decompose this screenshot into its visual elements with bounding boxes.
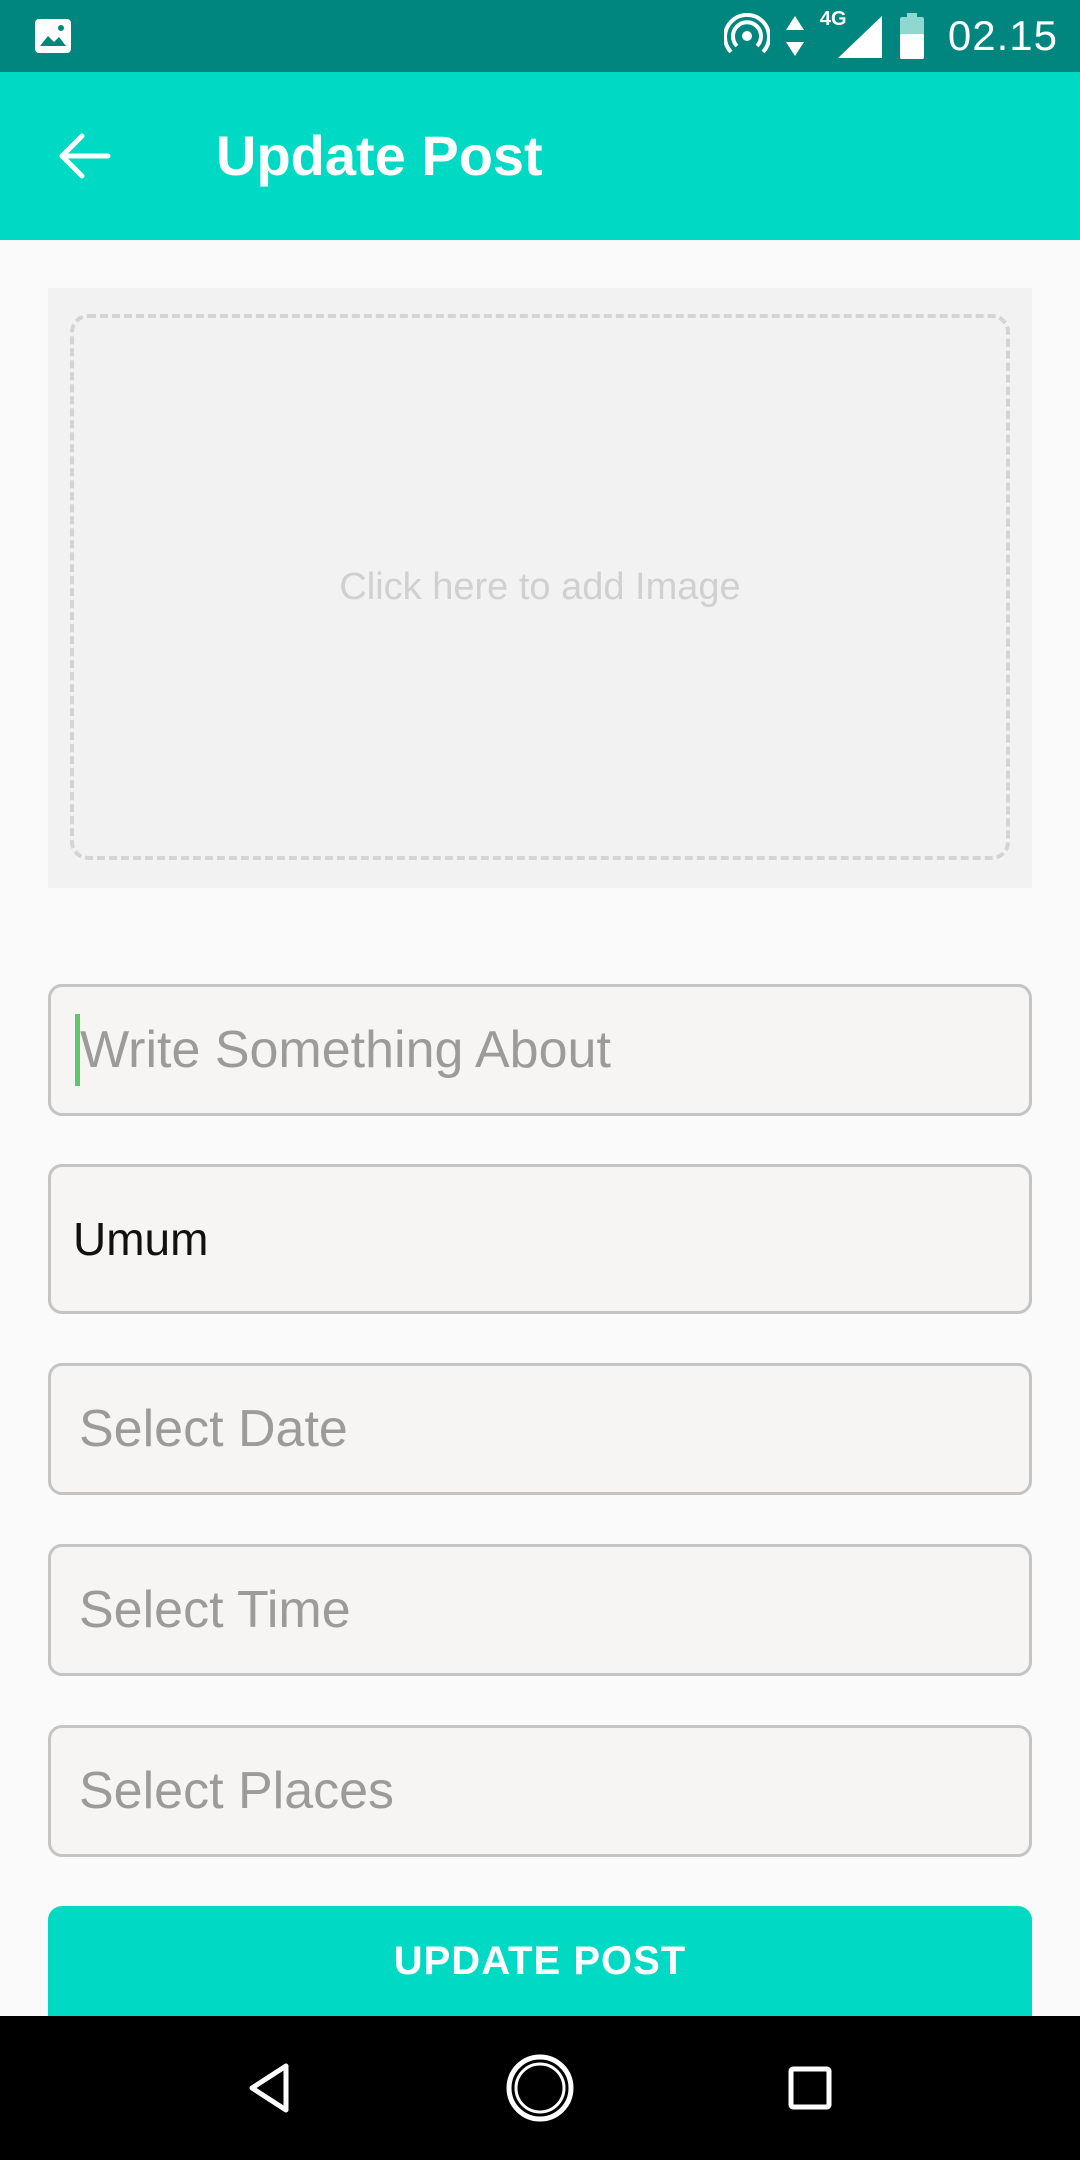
category-value: Umum [73, 1213, 209, 1265]
image-drop-area[interactable]: Click here to add Image [70, 314, 1010, 860]
system-nav-bar [0, 2016, 1080, 2160]
battery-icon [899, 13, 924, 59]
nav-home-button[interactable] [504, 2052, 576, 2124]
nav-back-button[interactable] [234, 2052, 306, 2124]
update-post-label: UPDATE POST [393, 1938, 687, 1983]
status-bar: 4G 02.15 [0, 0, 1080, 72]
description-placeholder: Write Something About [80, 1021, 611, 1079]
signal-icon: 4G [820, 8, 884, 60]
data-arrows-icon [785, 16, 804, 56]
image-picker-hint: Click here to add Image [339, 565, 741, 608]
hotspot-icon [723, 13, 770, 54]
arrow-back-icon [59, 133, 111, 179]
recents-square-icon [788, 2066, 832, 2110]
date-field[interactable]: Select Date [48, 1363, 1032, 1495]
time-field[interactable]: Select Time [48, 1544, 1032, 1676]
place-placeholder: Select Places [79, 1762, 395, 1820]
gallery-icon [35, 19, 71, 53]
image-picker[interactable]: Click here to add Image [48, 288, 1032, 888]
time-placeholder: Select Time [79, 1581, 351, 1639]
date-placeholder: Select Date [79, 1400, 348, 1458]
network-type-label: 4G [819, 8, 847, 30]
app-bar: Update Post [0, 72, 1080, 240]
back-button[interactable] [48, 120, 120, 192]
home-circle-icon [506, 2054, 574, 2122]
category-field[interactable]: Umum [48, 1164, 1032, 1314]
description-field[interactable]: Write Something About [48, 984, 1032, 1116]
status-time: 02.15 [947, 12, 1058, 59]
nav-recents-button[interactable] [774, 2052, 846, 2124]
update-post-button[interactable]: UPDATE POST [48, 1906, 1032, 2016]
status-icons: 4G 02.15 [723, 0, 1058, 72]
page-title: Update Post [216, 124, 543, 187]
back-triangle-icon [249, 2063, 289, 2113]
place-field[interactable]: Select Places [48, 1725, 1032, 1857]
